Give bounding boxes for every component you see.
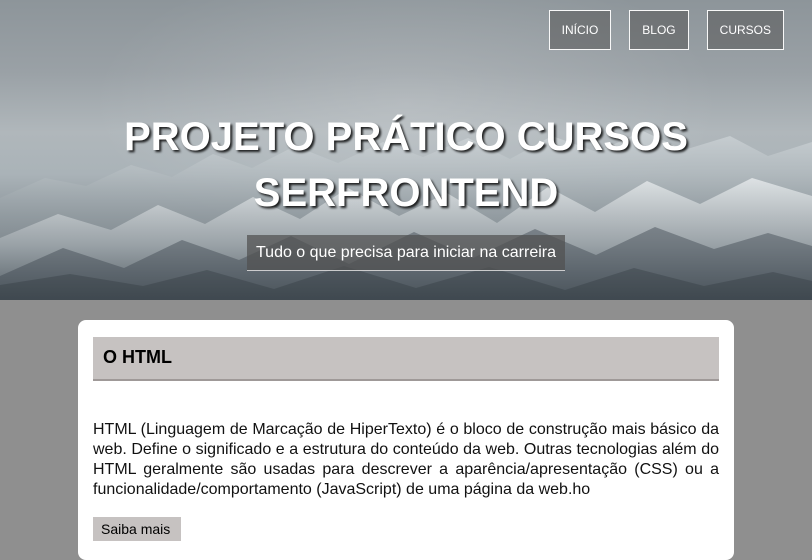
hero-banner: INÍCIO BLOG CURSOS PROJETO PRÁTICO CURSO… [0,0,812,300]
section-heading: O HTML [103,347,172,367]
nav-cursos-link[interactable]: CURSOS [706,10,784,50]
hero-subtitle: Tudo o que precisa para iniciar na carre… [246,235,565,271]
hero-subtitle-container: Tudo o que precisa para iniciar na carre… [0,235,812,271]
hero-title: PROJETO PRÁTICO CURSOS SERFRONTEND [0,109,812,221]
hero-title-line-1: PROJETO PRÁTICO CURSOS [124,115,688,159]
nav-blog-link[interactable]: BLOG [629,10,689,50]
content-card: O HTML HTML (Linguagem de Marcação de Hi… [78,320,734,560]
hero-title-line-2: SERFRONTEND [253,171,559,215]
nav-inicio-link[interactable]: INÍCIO [548,10,612,50]
section-header: O HTML [93,337,719,381]
section-body-text: HTML (Linguagem de Marcação de HiperText… [93,421,719,498]
read-more-button[interactable]: Saiba mais [93,517,181,541]
top-navigation: INÍCIO BLOG CURSOS [548,10,784,50]
